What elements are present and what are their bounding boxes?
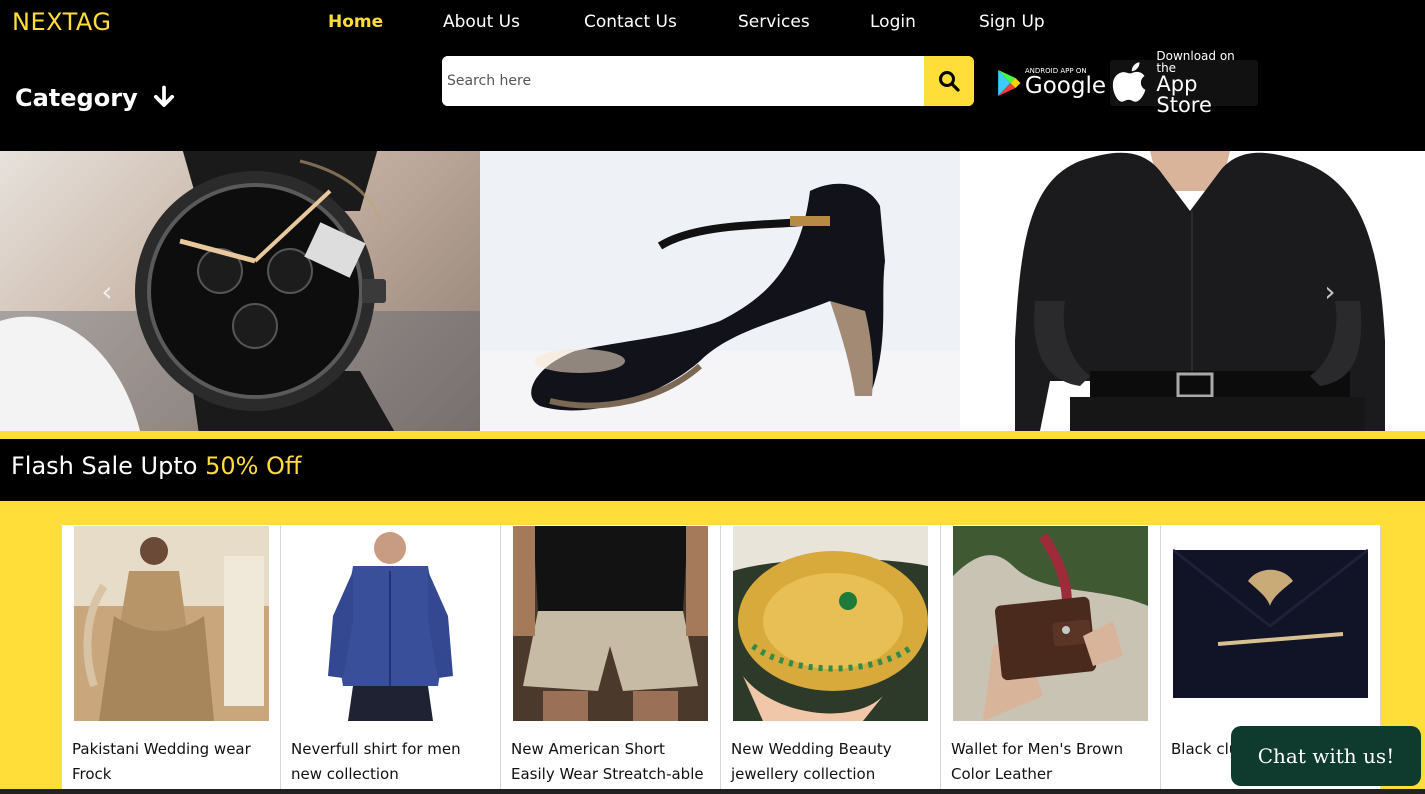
product-image-black-clutch xyxy=(1173,526,1368,721)
search-input[interactable] xyxy=(442,56,924,106)
apple-icon xyxy=(1112,62,1146,102)
watch-image xyxy=(0,151,480,431)
heels-image xyxy=(480,183,960,431)
nav-home[interactable]: Home xyxy=(328,12,383,32)
google-play-icon xyxy=(998,70,1021,96)
arrow-down-icon xyxy=(153,85,174,107)
chat-button[interactable]: Chat with us! xyxy=(1231,726,1421,786)
product-card[interactable]: Wallet for Men's Brown Color Leather xyxy=(941,525,1161,794)
category-label: Category xyxy=(15,84,138,112)
apple-badge-text: App Store xyxy=(1156,72,1212,117)
carousel-slide-shirt xyxy=(960,151,1425,431)
product-name[interactable]: Neverfull shirt for men new collection xyxy=(291,737,491,787)
google-play-badge[interactable]: ANDROID APP ON Google xyxy=(996,60,1106,106)
hero-carousel[interactable]: ‹ › xyxy=(0,151,1425,431)
nav-services[interactable]: Services xyxy=(738,12,810,32)
search-bar xyxy=(442,56,974,106)
search-button[interactable] xyxy=(924,56,974,106)
product-image-blue-shirt xyxy=(293,526,488,721)
divider xyxy=(0,431,1425,439)
product-grid: Pakistani Wedding wear Frock Neverfull s… xyxy=(0,501,1425,794)
flash-sale-banner: Flash Sale Upto 50% Off xyxy=(0,439,1425,501)
brand-logo[interactable]: NEXTAG xyxy=(12,8,112,36)
scroll-track xyxy=(0,789,1425,794)
product-image-bridal-dress xyxy=(74,526,269,721)
chevron-left-icon[interactable]: ‹ xyxy=(97,277,117,307)
google-badge-text: Google xyxy=(1024,73,1106,99)
chevron-right-icon[interactable]: › xyxy=(1320,277,1340,307)
nav-about-us[interactable]: About Us xyxy=(443,12,520,32)
product-name[interactable]: Wallet for Men's Brown Color Leather xyxy=(951,737,1151,787)
app-store-badge[interactable]: Download on the App Store xyxy=(1110,50,1258,116)
category-dropdown[interactable]: Category xyxy=(15,84,178,112)
product-card[interactable]: Neverfull shirt for men new collection xyxy=(281,525,501,794)
nav-login[interactable]: Login xyxy=(870,12,916,32)
search-icon xyxy=(939,71,960,92)
product-image-cargo-shorts xyxy=(513,526,708,721)
product-card[interactable]: New Wedding Beauty jewellery collection xyxy=(721,525,941,794)
carousel-slide-heels xyxy=(480,151,960,431)
nav-sign-up[interactable]: Sign Up xyxy=(979,12,1045,32)
nav-contact-us[interactable]: Contact Us xyxy=(584,12,677,32)
carousel-slide-watch xyxy=(0,151,480,431)
product-name[interactable]: New American Short Easily Wear Streatch-… xyxy=(511,737,711,787)
product-card[interactable]: New American Short Easily Wear Streatch-… xyxy=(501,525,721,794)
black-shirt-image xyxy=(1015,151,1385,431)
product-name[interactable]: New Wedding Beauty jewellery collection xyxy=(731,737,931,787)
apple-badge-small-text: Download on the xyxy=(1156,49,1235,75)
flash-sale-text: Flash Sale Upto xyxy=(11,452,206,480)
product-image-gold-jewellery xyxy=(733,526,928,721)
header: NEXTAG Home About Us Contact Us Services… xyxy=(0,0,1425,151)
flash-sale-discount: 50% Off xyxy=(205,452,302,480)
product-name[interactable]: Pakistani Wedding wear Frock xyxy=(72,737,272,787)
product-card[interactable]: Pakistani Wedding wear Frock xyxy=(61,525,281,794)
product-image-brown-wallet xyxy=(953,526,1148,721)
